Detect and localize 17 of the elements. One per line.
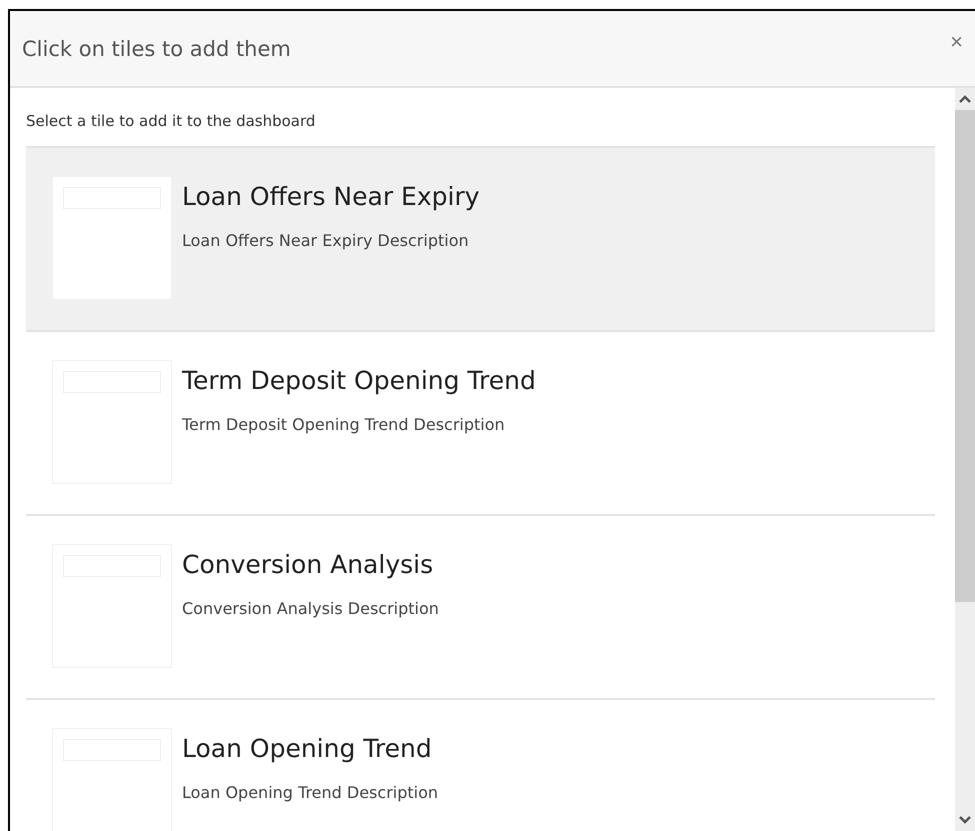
tile-title: Loan Offers Near Expiry xyxy=(182,182,480,211)
tile-title: Loan Opening Trend xyxy=(182,734,433,763)
tile-title: Conversion Analysis xyxy=(182,550,434,579)
tile-description: Conversion Analysis Description xyxy=(182,599,439,618)
scroll-down-icon[interactable] xyxy=(958,815,972,825)
scroll-up-icon[interactable] xyxy=(958,94,972,104)
scrollbar[interactable] xyxy=(955,88,975,831)
tile-description: Term Deposit Opening Trend Description xyxy=(182,415,506,434)
scrollbar-thumb[interactable] xyxy=(955,110,975,602)
tile-option[interactable]: Loan Offers Near Expiry Loan Offers Near Expiry Description xyxy=(26,146,935,330)
dialog-title: Click on tiles to add them xyxy=(22,36,291,60)
tile-option[interactable]: Loan Opening Trend Loan Opening Trend Description xyxy=(26,698,935,831)
tile-description: Loan Opening Trend Description xyxy=(182,783,438,802)
instruction-text: Select a tile to add it to the dashboard xyxy=(26,111,316,132)
tile-description: Loan Offers Near Expiry Description xyxy=(182,231,470,250)
close-button[interactable]: × xyxy=(946,28,967,54)
tile-title: Term Deposit Opening Trend xyxy=(182,366,536,395)
